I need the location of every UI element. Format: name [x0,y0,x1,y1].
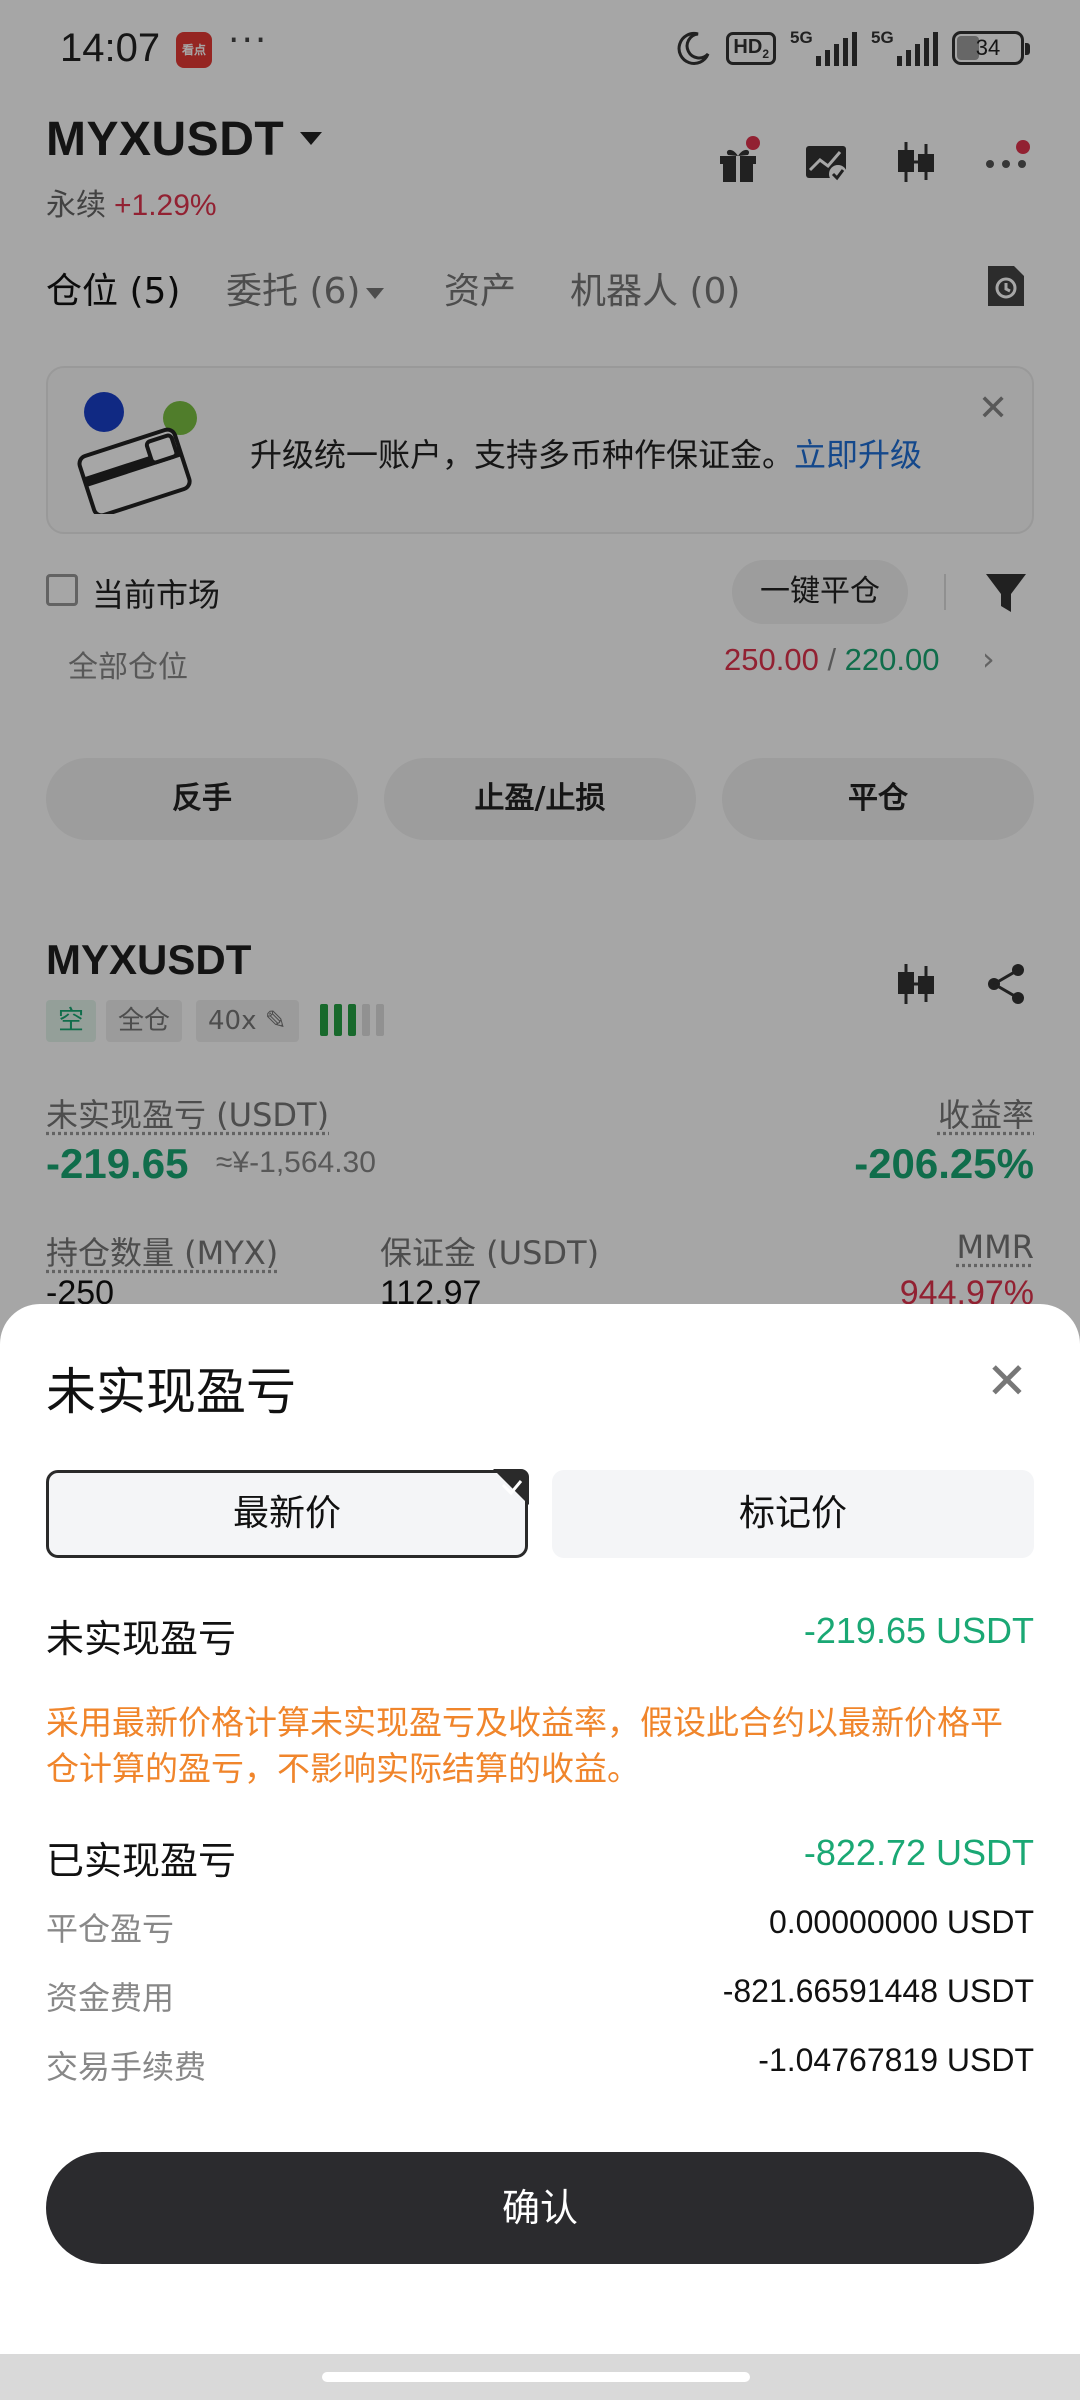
calculation-note: 采用最新价格计算未实现盈亏及收益率，假设此合约以最新价格平仓计算的盈亏，不影响实… [46,1703,1003,1788]
funding-fee-label: 资金费用 [46,1979,175,2017]
segment-mark-price[interactable]: 标记价 [552,1470,1034,1558]
close-pnl-label: 平仓盈亏 [46,1910,175,1948]
home-gesture-bar[interactable] [322,2372,750,2382]
segment-last-price-label: 最新价 [232,1493,341,1534]
trading-fee-value: -1.04767819 USDT [758,2042,1034,2078]
sheet-title: 未实现盈亏 [46,1363,296,1421]
sheet-unrealized-value: -219.65 USDT [803,1610,1034,1651]
realized-pnl-label: 已实现盈亏 [46,1839,237,1883]
close-icon[interactable]: ✕ [986,1356,1028,1406]
segment-last-price[interactable]: 最新价 [46,1469,529,1558]
check-icon [493,1469,529,1505]
confirm-button[interactable]: 确认 [46,2152,1034,2264]
sheet-unrealized-label: 未实现盈亏 [46,1617,237,1661]
trading-fee-label: 交易手续费 [46,2048,207,2086]
realized-pnl-value: -822.72 USDT [803,1832,1034,1873]
funding-fee-value: -821.66591448 USDT [722,1973,1034,2009]
close-pnl-value: 0.00000000 USDT [768,1904,1034,1940]
